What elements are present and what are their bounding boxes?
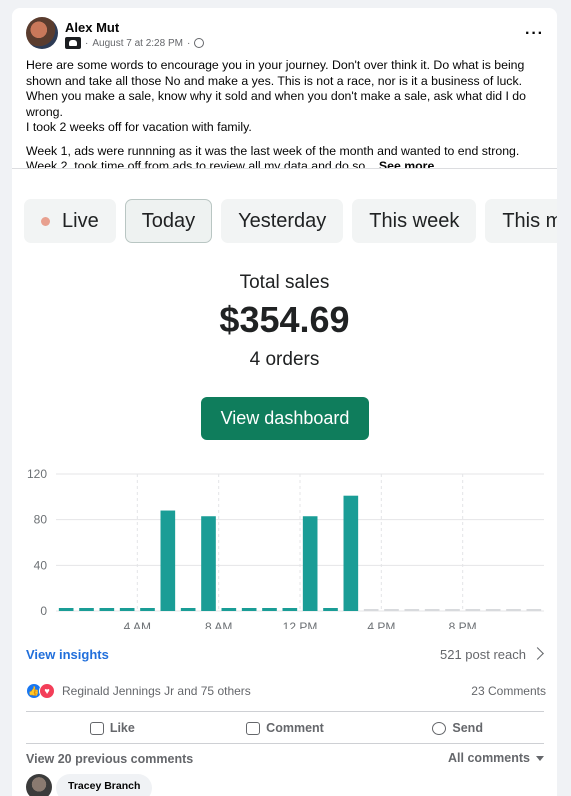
comments-count[interactable]: 23 Comments	[471, 684, 546, 698]
all-comments-label: All comments	[448, 751, 530, 765]
post-reach[interactable]: 521 post reach	[440, 647, 526, 662]
tab-today: Today	[124, 199, 213, 243]
tab-this-week-label: This week	[369, 209, 460, 232]
sales-bar	[160, 510, 176, 611]
all-comments-dropdown[interactable]: All comments	[448, 751, 544, 765]
orders-count: 4 orders	[249, 349, 320, 370]
tab-this-month: This m	[485, 199, 557, 243]
thumbs-up-icon	[89, 721, 104, 735]
reactions[interactable]: 👍 ♥	[26, 683, 58, 699]
view-previous-comments[interactable]: View 20 previous comments	[26, 752, 193, 766]
sales-bar	[140, 608, 155, 611]
post-text: Here are some words to encourage you in …	[26, 58, 546, 183]
tab-live: Live	[24, 199, 116, 243]
post-paragraph-1: Here are some words to encourage you in …	[26, 58, 526, 119]
commenter-name[interactable]: Tracey Branch	[68, 780, 140, 792]
divider	[26, 711, 544, 712]
like-button[interactable]: Like	[26, 713, 199, 743]
view-dashboard-button: View dashboard	[201, 397, 369, 440]
sales-bar	[201, 516, 216, 611]
group-icon	[65, 37, 81, 49]
like-label: Like	[109, 721, 135, 735]
insights-row: View insights 521 post reach	[26, 645, 544, 665]
sales-bar	[282, 608, 298, 611]
messenger-icon	[432, 721, 447, 735]
post-image[interactable]: Live Today Yesterday This week This m To…	[12, 169, 557, 631]
sales-bar	[99, 608, 115, 611]
sales-bar	[343, 495, 359, 611]
date-tabs: Live Today Yesterday This week This m	[24, 199, 557, 245]
view-insights-link[interactable]: View insights	[26, 647, 109, 662]
meta-separator: ·	[85, 37, 89, 49]
globe-icon	[194, 38, 205, 48]
x-tick-label: 12 PM	[283, 620, 318, 629]
sales-bar	[241, 608, 257, 611]
post-date[interactable]: August 7 at 2:28 PM	[92, 38, 183, 49]
author-name[interactable]: Alex Mut	[65, 20, 119, 35]
sales-bar	[58, 608, 74, 611]
commenter-avatar[interactable]	[26, 774, 52, 796]
y-tick-label: 80	[34, 513, 48, 527]
x-tick-label: 4 PM	[367, 620, 395, 629]
sales-bar	[302, 516, 318, 611]
sales-bar	[119, 608, 135, 611]
comment: Tracey Branch	[26, 774, 326, 796]
sales-bar	[262, 608, 277, 611]
sales-bar	[323, 608, 338, 611]
post-actions: Like Comment Send	[26, 713, 544, 743]
more-options-icon[interactable]: ···	[525, 25, 544, 43]
tab-this-week: This week	[352, 199, 477, 243]
live-dot-icon	[41, 216, 50, 226]
total-sales-value: $354.69	[219, 299, 350, 340]
comment-button[interactable]: Comment	[199, 713, 372, 743]
comment-bubble: Tracey Branch	[56, 774, 153, 796]
x-tick-label: 8 PM	[449, 620, 477, 629]
love-reaction-icon: ♥	[39, 683, 55, 699]
sales-bar	[221, 608, 237, 611]
divider	[26, 743, 544, 744]
sales-bar	[79, 608, 94, 611]
comment-label: Comment	[266, 721, 324, 735]
post-meta: · August 7 at 2:28 PM ·	[65, 37, 205, 49]
author-avatar[interactable]	[26, 17, 58, 49]
tab-yesterday-label: Yesterday	[238, 209, 327, 232]
tab-live-label: Live	[62, 209, 99, 232]
hourly-sales-chart: 0 40 80 120 4 AM 8 AM 12 PM 4 PM 8 PM	[27, 467, 544, 629]
comments-bar: View 20 previous comments All comments	[26, 751, 544, 769]
meta-separator-2: ·	[186, 37, 191, 49]
y-tick-label: 0	[40, 604, 47, 618]
tab-today-label: Today	[141, 209, 196, 232]
sales-bar	[180, 608, 196, 611]
send-label: Send	[452, 721, 483, 735]
total-sales-label: Total sales	[239, 272, 330, 293]
y-tick-label: 40	[34, 558, 48, 572]
tab-this-month-label: This m	[502, 209, 557, 232]
send-button[interactable]: Send	[371, 713, 544, 743]
y-tick-label: 120	[27, 467, 47, 481]
x-tick-label: 4 AM	[124, 620, 151, 629]
reactions-row: 👍 ♥ Reginald Jennings Jr and 75 others 2…	[26, 683, 546, 703]
post-header: Alex Mut · August 7 at 2:28 PM · ···	[26, 17, 546, 61]
post-card: Alex Mut · August 7 at 2:28 PM · ··· Her…	[12, 8, 557, 796]
reactors-text[interactable]: Reginald Jennings Jr and 75 others	[62, 684, 251, 698]
post-paragraph-1b: I took 2 weeks off for vacation with fam…	[26, 120, 252, 134]
x-tick-label: 8 AM	[205, 620, 232, 629]
comment-icon	[246, 721, 261, 735]
caret-down-icon	[536, 755, 544, 761]
chevron-right-icon[interactable]	[531, 647, 544, 660]
tab-yesterday: Yesterday	[221, 199, 344, 243]
